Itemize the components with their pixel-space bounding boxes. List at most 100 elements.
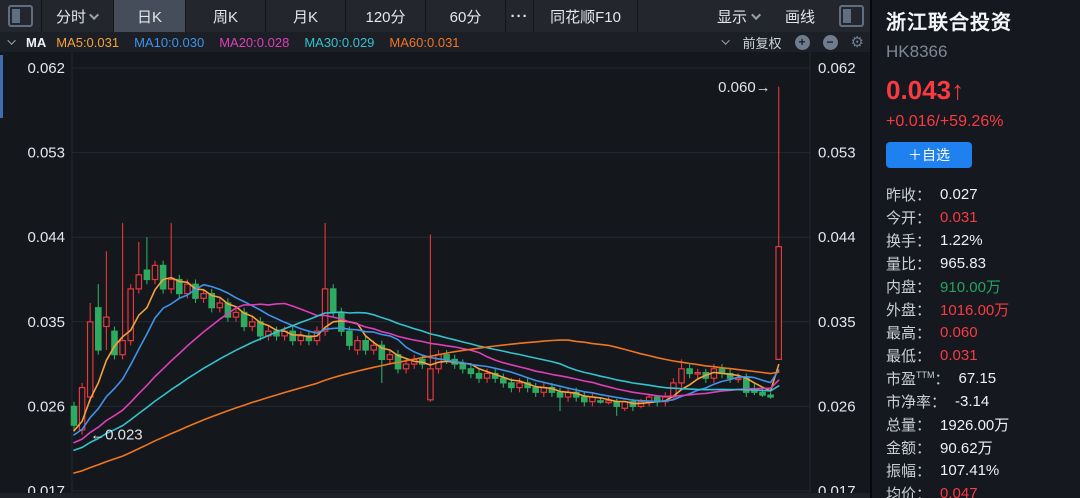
stat-row-volume-ratio: 量比：965.83 xyxy=(886,252,1072,275)
candle-body xyxy=(250,322,255,327)
annotation-label: 0.060→ xyxy=(718,79,771,96)
ma-legend-item-ma5: MA5:0.031 xyxy=(56,35,119,50)
stat-label: 均价： xyxy=(886,483,931,498)
ma-line-ma20 xyxy=(74,304,779,443)
chevron-down-icon xyxy=(751,10,761,20)
candle-body xyxy=(517,383,522,388)
grid-lines xyxy=(72,52,810,498)
stat-label: 最低： xyxy=(886,345,931,366)
y-axis-label-right: 0.026 xyxy=(818,398,856,415)
ma-legend: MA5:0.031MA10:0.030MA20:0.028MA30:0.029M… xyxy=(56,35,459,50)
stat-value: 0.047 xyxy=(940,485,978,498)
candle-body xyxy=(679,369,684,383)
candles xyxy=(71,87,781,435)
y-axis-label-right: 0.053 xyxy=(818,145,856,162)
tab-time-sharing[interactable]: 分时 xyxy=(42,0,114,32)
candle-body xyxy=(152,265,157,279)
stat-label: 昨收： xyxy=(886,184,931,205)
stat-row-amplitude: 振幅：107.41% xyxy=(886,459,1072,482)
tab-60min[interactable]: 60分 xyxy=(426,0,506,32)
stat-label: 今开： xyxy=(886,207,931,228)
panel-layout-icon xyxy=(8,5,33,27)
candle-body xyxy=(598,401,603,402)
tab-ths-f10[interactable]: 同花顺F10 xyxy=(534,0,638,32)
tab-label: 日K xyxy=(137,6,162,27)
annotation-label: ←0.023 xyxy=(90,427,143,444)
tab-daily-k[interactable]: 日K xyxy=(114,0,186,32)
stat-value: 965.83 xyxy=(940,255,986,272)
y-axis-label-left: 0.044 xyxy=(27,229,65,246)
draw-line-button[interactable]: 画线 xyxy=(785,6,815,27)
candle-body xyxy=(387,355,392,360)
scroll-indicator[interactable] xyxy=(0,55,3,118)
adjust-mode-label[interactable]: 前复权 xyxy=(743,33,782,52)
stock-code: HK8366 xyxy=(886,42,1072,62)
add-watchlist-button[interactable]: ＋自选 xyxy=(886,142,972,168)
chevron-down-icon[interactable] xyxy=(7,36,15,44)
candle-body xyxy=(403,364,408,369)
stat-value: 0.031 xyxy=(940,347,978,364)
tab-label: 同花顺F10 xyxy=(550,6,621,27)
stat-row-pe-ttm: 市盈TTM：67.15 xyxy=(886,367,1072,390)
ma-legend-item-ma20: MA20:0.028 xyxy=(219,35,289,50)
stat-value: 90.62万 xyxy=(940,437,993,458)
stat-value: 0.031 xyxy=(940,209,978,226)
ma-legend-item-ma30: MA30:0.029 xyxy=(304,35,374,50)
stat-value: 107.41% xyxy=(940,462,999,479)
stat-row-total-volume: 总量：1926.00万 xyxy=(886,413,1072,436)
chevron-down-icon xyxy=(89,10,99,20)
tab-strip: 分时 日K 周K 月K 120分 60分 ··· 同花顺F10 xyxy=(42,0,638,32)
zoom-out-icon[interactable]: − xyxy=(823,35,838,50)
candle-body xyxy=(484,374,489,379)
stat-row-open: 今开： 0.031 xyxy=(886,206,1072,229)
stat-row-high: 最高：0.060 xyxy=(886,321,1072,344)
tab-label: 120分 xyxy=(365,6,405,27)
candle-body xyxy=(290,331,295,340)
candle-body xyxy=(233,312,238,317)
stat-row-turnover-rate: 换手：1.22% xyxy=(886,229,1072,252)
chevron-down-icon[interactable] xyxy=(721,36,729,44)
zoom-in-icon[interactable]: + xyxy=(795,35,810,50)
tab-weekly-k[interactable]: 周K xyxy=(186,0,266,32)
stat-label: 内盘： xyxy=(886,276,931,297)
candle-body xyxy=(371,345,376,350)
stats-list: 昨收： 0.027 今开： 0.031 换手：1.22%量比：965.83内盘：910.… xyxy=(886,183,1072,498)
tab-label: 60分 xyxy=(450,6,482,27)
ma-lines xyxy=(74,278,779,473)
y-axis-label-right: 0.062 xyxy=(818,60,856,77)
candle-body xyxy=(88,322,93,397)
ma-legend-item-ma10: MA10:0.030 xyxy=(134,35,204,50)
tab-label: 周K xyxy=(213,6,238,27)
candle-body xyxy=(582,397,587,402)
candle-body xyxy=(96,308,101,350)
bottom-band xyxy=(0,493,872,498)
y-axis-label-right: 0.044 xyxy=(818,229,856,246)
candlestick-chart[interactable]: 0.0620.0620.0530.0530.0440.0440.0350.035… xyxy=(0,52,872,498)
display-menu-button[interactable]: 显示 xyxy=(717,6,761,27)
indicator-left: MA MA5:0.031MA10:0.030MA20:0.028MA30:0.0… xyxy=(0,35,460,50)
display-menu-label: 显示 xyxy=(717,6,747,27)
candle-body xyxy=(776,247,781,360)
candle-body xyxy=(468,369,473,374)
stat-value: 0.027 xyxy=(940,186,978,203)
toggle-left-panel-button[interactable] xyxy=(0,0,42,32)
stat-row-low: 最低： 0.031 xyxy=(886,344,1072,367)
ma-line-ma10 xyxy=(74,285,779,435)
toggle-right-panel-button[interactable] xyxy=(839,5,864,27)
stat-row-inner-volume: 内盘：910.00万 xyxy=(886,275,1072,298)
tab-monthly-k[interactable]: 月K xyxy=(266,0,346,32)
candle-body xyxy=(444,355,449,360)
candle-body xyxy=(104,317,109,326)
gear-icon[interactable]: ⚙ xyxy=(851,35,864,50)
stat-value: 67.15 xyxy=(959,370,997,387)
tab-more[interactable]: ··· xyxy=(506,0,534,32)
stock-price: 0.043↑ xyxy=(886,75,1072,106)
candle-body xyxy=(509,383,514,388)
tab-120min[interactable]: 120分 xyxy=(346,0,426,32)
toolbar-right: 显示 画线 xyxy=(717,0,872,32)
stock-chart-app: 分时日K周K月K120分60分···同花顺F10 显示 画线 MA MA5:0.… xyxy=(0,0,1080,498)
chart-section: 分时日K周K月K120分60分···同花顺F10 显示 画线 MA MA5:0.… xyxy=(0,0,872,498)
y-axis-label-left: 0.053 xyxy=(27,145,65,162)
stat-row-amount: 金额：90.62万 xyxy=(886,436,1072,459)
y-axis-labels: 0.0620.0620.0530.0530.0440.0440.0350.035… xyxy=(27,60,855,498)
